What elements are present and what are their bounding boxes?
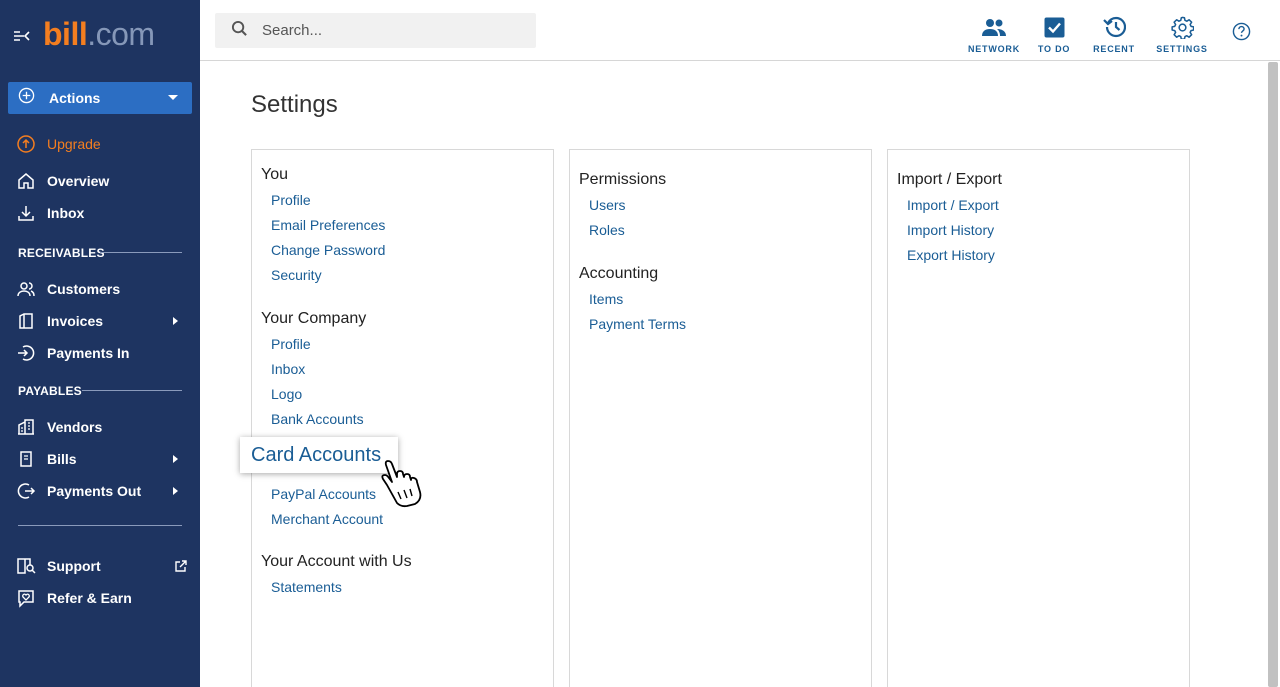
link-company-profile[interactable]: Profile bbox=[271, 336, 311, 352]
sidebar-item-overview[interactable]: Overview bbox=[0, 167, 200, 195]
group-accounting-heading: Accounting bbox=[579, 265, 659, 282]
group-account-heading: Your Account with Us bbox=[261, 553, 412, 570]
search-bar[interactable] bbox=[215, 13, 536, 48]
actions-label: Actions bbox=[49, 90, 101, 106]
heart-chat-icon bbox=[16, 588, 36, 608]
sidebar-item-label: Overview bbox=[47, 173, 110, 189]
sidebar-item-label: Payments In bbox=[47, 345, 130, 361]
sidebar-item-vendors[interactable]: Vendors bbox=[0, 413, 200, 441]
checkbox-icon bbox=[1024, 14, 1084, 40]
link-payment-terms[interactable]: Payment Terms bbox=[589, 316, 686, 332]
sidebar-item-label: Payments Out bbox=[47, 483, 142, 499]
link-bank-accounts[interactable]: Bank Accounts bbox=[271, 411, 364, 427]
bill-logo[interactable]: bill.com bbox=[43, 14, 155, 54]
link-import-history[interactable]: Import History bbox=[907, 222, 994, 238]
sidebar-item-label: Inbox bbox=[47, 205, 85, 221]
link-statements[interactable]: Statements bbox=[271, 579, 342, 595]
plus-circle-icon bbox=[18, 87, 35, 109]
support-icon bbox=[16, 556, 36, 576]
network-nav[interactable]: NETWORK bbox=[964, 14, 1024, 54]
payment-out-icon bbox=[16, 481, 36, 501]
settings-nav[interactable]: SETTINGS bbox=[1152, 14, 1212, 54]
link-change-password[interactable]: Change Password bbox=[271, 242, 385, 258]
sidebar-item-customers[interactable]: Customers bbox=[0, 275, 200, 303]
home-icon bbox=[16, 171, 36, 191]
link-email-preferences[interactable]: Email Preferences bbox=[271, 217, 385, 233]
sidebar-item-inbox[interactable]: Inbox bbox=[0, 199, 200, 227]
sidebar-item-label: Vendors bbox=[47, 419, 103, 435]
sidebar-item-label: Invoices bbox=[47, 313, 104, 329]
caret-down-icon bbox=[168, 95, 178, 100]
sidebar-item-invoices[interactable]: Invoices bbox=[0, 307, 200, 335]
todo-label: TO DO bbox=[1037, 44, 1071, 54]
sidebar-item-payments-in[interactable]: Payments In bbox=[0, 339, 200, 367]
link-security[interactable]: Security bbox=[271, 267, 322, 283]
search-input[interactable] bbox=[262, 22, 512, 39]
receivables-heading: RECEIVABLES bbox=[18, 246, 105, 260]
group-permissions-heading: Permissions bbox=[579, 171, 667, 188]
payment-in-icon bbox=[16, 343, 36, 363]
sidebar-item-label: Customers bbox=[47, 281, 121, 297]
chevron-right-icon bbox=[173, 455, 178, 463]
invoice-icon bbox=[16, 311, 36, 331]
group-import-export-heading: Import / Export bbox=[897, 171, 1002, 188]
upgrade-icon bbox=[16, 134, 36, 154]
divider bbox=[18, 525, 182, 526]
chevron-right-icon bbox=[173, 487, 178, 495]
sidebar-item-label: Support bbox=[47, 558, 101, 574]
link-users[interactable]: Users bbox=[589, 197, 626, 213]
link-roles[interactable]: Roles bbox=[589, 222, 625, 238]
group-you-heading: You bbox=[261, 166, 288, 183]
actions-button[interactable]: Actions bbox=[8, 82, 192, 114]
history-icon bbox=[1084, 14, 1144, 40]
link-merchant-account[interactable]: Merchant Account bbox=[271, 511, 383, 527]
chevron-right-icon bbox=[173, 317, 178, 325]
sidebar-item-support[interactable]: Support bbox=[0, 552, 200, 580]
network-label: NETWORK bbox=[967, 44, 1021, 54]
sidebar-item-upgrade[interactable]: Upgrade bbox=[0, 130, 200, 158]
link-items[interactable]: Items bbox=[589, 291, 623, 307]
link-export-history[interactable]: Export History bbox=[907, 247, 995, 263]
help-icon[interactable] bbox=[1232, 22, 1251, 46]
scrollbar[interactable] bbox=[1268, 62, 1278, 687]
building-icon bbox=[16, 417, 36, 437]
sidebar-item-label: Upgrade bbox=[47, 136, 101, 152]
gear-icon bbox=[1152, 14, 1212, 40]
customers-icon bbox=[16, 279, 36, 299]
recent-nav[interactable]: RECENT bbox=[1084, 14, 1144, 54]
link-logo[interactable]: Logo bbox=[271, 386, 302, 402]
sidebar-item-label: Bills bbox=[47, 451, 77, 467]
settings-label: SETTINGS bbox=[1156, 44, 1208, 54]
download-icon bbox=[16, 203, 36, 223]
header-divider bbox=[200, 60, 1280, 61]
sidebar-item-refer-earn[interactable]: Refer & Earn bbox=[0, 584, 200, 612]
bill-icon bbox=[16, 449, 36, 469]
sidebar-item-bills[interactable]: Bills bbox=[0, 445, 200, 473]
link-import-export[interactable]: Import / Export bbox=[907, 197, 999, 213]
sidebar-item-payments-out[interactable]: Payments Out bbox=[0, 477, 200, 505]
link-card-accounts[interactable]: Card Accounts bbox=[240, 437, 398, 473]
external-link-icon bbox=[174, 559, 188, 576]
recent-label: RECENT bbox=[1093, 44, 1135, 54]
menu-collapse-icon[interactable] bbox=[13, 26, 33, 46]
link-company-inbox[interactable]: Inbox bbox=[271, 361, 305, 377]
search-icon bbox=[231, 20, 248, 42]
network-icon bbox=[964, 14, 1024, 40]
sidebar-item-label: Refer & Earn bbox=[47, 590, 132, 606]
divider bbox=[100, 252, 182, 253]
sidebar: bill.com Actions Upgrade Overview Inbox … bbox=[0, 0, 200, 687]
page-title: Settings bbox=[251, 91, 338, 118]
link-paypal-accounts[interactable]: PayPal Accounts bbox=[271, 486, 376, 502]
group-company-heading: Your Company bbox=[261, 310, 367, 327]
divider bbox=[82, 390, 182, 391]
payables-heading: PAYABLES bbox=[18, 384, 82, 398]
link-you-profile[interactable]: Profile bbox=[271, 192, 311, 208]
todo-nav[interactable]: TO DO bbox=[1024, 14, 1084, 54]
hand-cursor-icon bbox=[378, 458, 430, 515]
